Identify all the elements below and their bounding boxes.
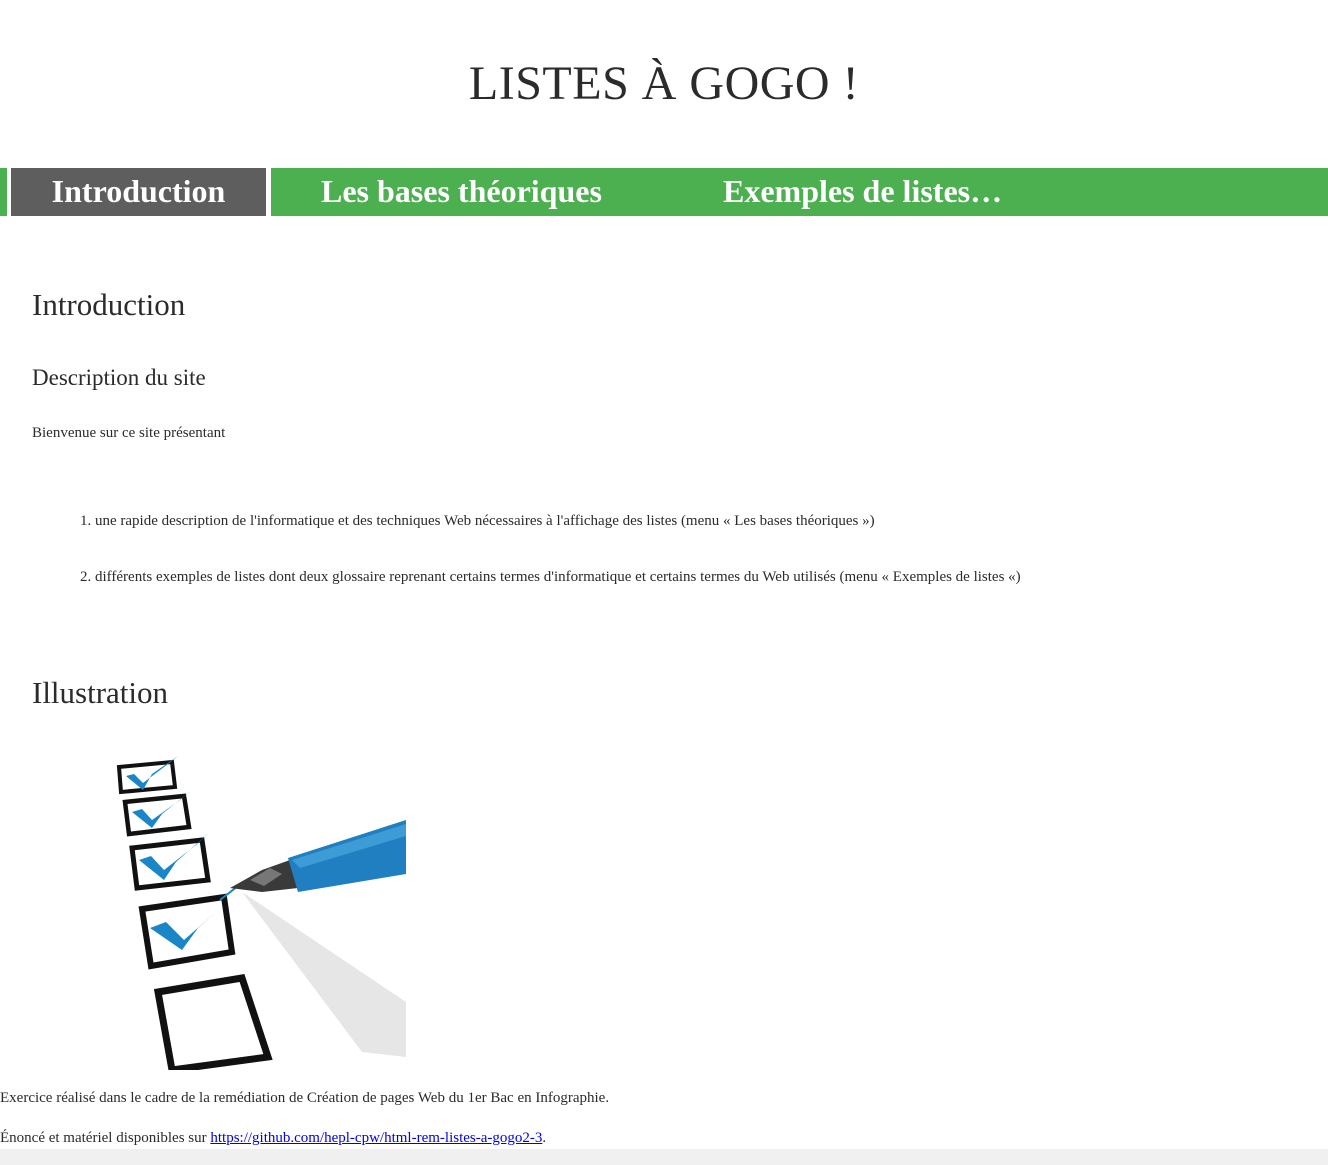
pen (219, 820, 406, 901)
footer-source: Énoncé et matériel disponibles sur https… (0, 1128, 546, 1148)
site-title: LISTES À GOGO ! (468, 57, 860, 110)
section-heading-introduction: Introduction (32, 287, 186, 322)
footer-source-suffix: . (542, 1130, 547, 1146)
intro-text: Bienvenue sur ce site présentant (32, 425, 226, 441)
checkbox-5 (153, 974, 273, 1070)
footer-source-prefix: Énoncé et matériel disponibles sur (0, 1130, 211, 1146)
checkbox-2 (122, 793, 192, 837)
footer-credit: Exercice réalisé dans le cadre de la rem… (0, 1090, 610, 1106)
subheading-description: Description du site (32, 365, 206, 390)
list-item-text: différents exemples de listes dont deux … (95, 569, 1021, 585)
nav-item-bases-theoriques[interactable]: Les bases théoriques (321, 168, 602, 216)
list-item: 2. différents exemples de listes dont de… (80, 567, 1021, 587)
footer-bar (0, 1149, 1328, 1165)
github-link[interactable]: https://github.com/hepl-cpw/html-rem-lis… (210, 1130, 542, 1146)
pen-shadow (242, 892, 406, 1057)
list-item-text: une rapide description de l'informatique… (95, 513, 875, 529)
checkboxes (116, 759, 273, 1070)
list-item-number: 1. (80, 513, 92, 529)
nav-item-introduction[interactable]: Introduction (7, 168, 271, 216)
list-item: 1. une rapide description de l'informati… (80, 511, 875, 531)
nav-item-exemples-listes[interactable]: Exemples de listes… (723, 168, 1002, 216)
list-item-number: 2. (80, 569, 92, 585)
checkbox-3 (129, 837, 211, 891)
main-nav: Introduction Les bases théoriques Exempl… (0, 168, 1328, 216)
page: LISTES À GOGO ! Introduction Les bases t… (0, 0, 1328, 1165)
section-heading-illustration: Illustration (32, 675, 169, 710)
checklist-pen-image (116, 756, 406, 1070)
